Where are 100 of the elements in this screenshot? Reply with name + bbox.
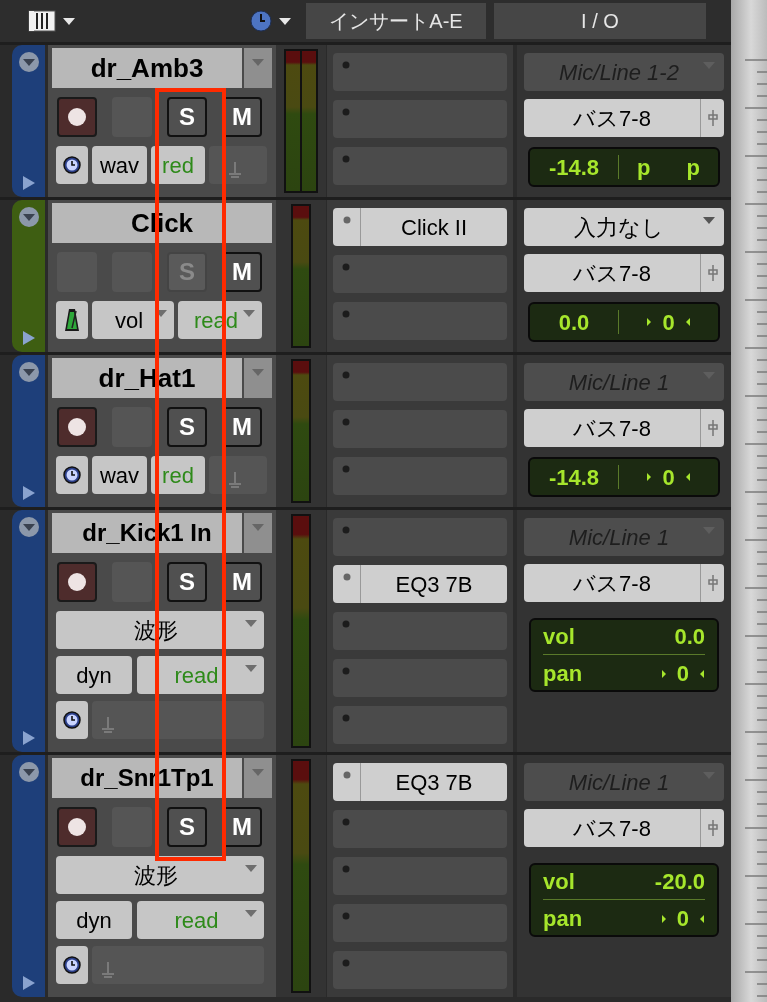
volume-label: vol bbox=[543, 868, 575, 896]
dynamics-button[interactable]: dyn bbox=[56, 656, 132, 694]
caret-icon bbox=[244, 664, 258, 673]
expand-triangle-icon[interactable] bbox=[21, 330, 36, 346]
view-menu[interactable]: vol bbox=[92, 301, 174, 339]
output-selector[interactable]: バス7-8 bbox=[524, 409, 724, 447]
dot-icon bbox=[342, 526, 350, 534]
dot-icon bbox=[342, 865, 350, 873]
record-button[interactable] bbox=[57, 97, 97, 137]
output-selector[interactable]: バス7-8 bbox=[524, 564, 724, 602]
view-menu[interactable]: 波形 bbox=[56, 856, 264, 894]
dot-icon bbox=[342, 912, 350, 920]
caret-icon bbox=[251, 58, 265, 67]
dot-icon bbox=[342, 771, 351, 779]
dropdown-arrow-icon[interactable] bbox=[278, 16, 292, 26]
track-icon-button[interactable] bbox=[56, 146, 88, 184]
expand-triangle-icon[interactable] bbox=[21, 975, 36, 991]
record-icon bbox=[67, 817, 87, 837]
view-menu[interactable]: 波形 bbox=[56, 611, 264, 649]
track-icon-button[interactable] bbox=[56, 301, 88, 339]
collapse-icon[interactable] bbox=[17, 51, 40, 73]
insert-slot[interactable]: EQ3 7B bbox=[333, 565, 507, 603]
expand-triangle-icon[interactable] bbox=[21, 175, 36, 191]
dot-icon bbox=[342, 573, 351, 581]
collapse-icon[interactable] bbox=[17, 761, 40, 783]
solo-button[interactable]: S bbox=[167, 562, 207, 602]
dot-icon bbox=[342, 818, 350, 826]
output-selector[interactable]: バス7-8 bbox=[524, 809, 724, 847]
volume-pan-display[interactable]: 0.0 0 bbox=[528, 302, 720, 342]
pin-icon bbox=[707, 264, 718, 282]
pan-marker-icon bbox=[646, 317, 653, 327]
dropdown-arrow-icon[interactable] bbox=[62, 16, 76, 26]
solo-button[interactable]: S bbox=[167, 97, 207, 137]
dot-icon bbox=[342, 310, 350, 318]
volume-pan-display[interactable]: -14.8 0 bbox=[528, 457, 720, 497]
column-header: インサートA-E bbox=[306, 3, 486, 39]
solo-button[interactable]: S bbox=[167, 807, 207, 847]
pin-icon bbox=[707, 574, 718, 592]
clock-icon[interactable] bbox=[250, 10, 272, 32]
track-name[interactable]: dr_Amb3 bbox=[52, 48, 242, 88]
dot-icon bbox=[342, 714, 350, 722]
record-button[interactable] bbox=[57, 407, 97, 447]
dot-icon bbox=[342, 465, 350, 473]
collapse-icon[interactable] bbox=[17, 516, 40, 538]
pan-marker-icon bbox=[660, 668, 667, 679]
output-selector[interactable]: バス7-8 bbox=[524, 254, 724, 292]
pan-marker-icon bbox=[684, 472, 691, 482]
clock-icon bbox=[63, 156, 81, 174]
pin-icon bbox=[707, 419, 718, 437]
caret-icon bbox=[702, 216, 716, 225]
fader-icon bbox=[102, 962, 114, 978]
caret-icon bbox=[244, 864, 258, 873]
track-icon-button[interactable] bbox=[56, 946, 88, 984]
clock-icon bbox=[63, 711, 81, 729]
record-icon bbox=[67, 107, 87, 127]
dot-icon bbox=[342, 216, 351, 224]
pan-marker-icon bbox=[646, 472, 653, 482]
volume-value: 0.0 bbox=[557, 308, 591, 337]
column-header: I / O bbox=[494, 3, 706, 39]
insert-slot[interactable]: EQ3 7B bbox=[333, 763, 507, 801]
volume-value: -20.0 bbox=[654, 868, 705, 896]
view-menu[interactable]: wav bbox=[92, 456, 147, 494]
record-icon bbox=[67, 572, 87, 592]
pan-marker-icon bbox=[699, 913, 705, 924]
volume-label: vol bbox=[543, 623, 575, 651]
caret-icon bbox=[244, 619, 258, 628]
caret-icon bbox=[242, 309, 256, 318]
dot-icon bbox=[342, 371, 350, 379]
collapse-icon[interactable] bbox=[17, 206, 40, 228]
solo-button[interactable]: S bbox=[167, 407, 207, 447]
view-menu[interactable]: wav bbox=[92, 146, 147, 184]
dot-icon bbox=[342, 667, 350, 675]
volume-pan-display[interactable]: vol -20.0 pan 0 bbox=[529, 863, 719, 937]
dot-icon bbox=[342, 155, 350, 163]
track-icon-button[interactable] bbox=[56, 701, 88, 739]
expand-triangle-icon[interactable] bbox=[21, 730, 36, 746]
clock-icon bbox=[63, 956, 81, 974]
caret-icon bbox=[244, 909, 258, 918]
collapse-icon[interactable] bbox=[17, 361, 40, 383]
expand-triangle-icon[interactable] bbox=[21, 485, 36, 501]
dot-icon bbox=[342, 263, 350, 271]
volume-value: -14.8 bbox=[547, 463, 601, 492]
insert-slot[interactable]: Click II bbox=[333, 208, 507, 246]
dynamics-button[interactable]: dyn bbox=[56, 901, 132, 939]
output-selector[interactable]: バス7-8 bbox=[524, 99, 724, 137]
record-button[interactable] bbox=[57, 562, 97, 602]
record-button[interactable] bbox=[57, 807, 97, 847]
input-selector[interactable]: 入力なし bbox=[524, 208, 724, 246]
pan-value: p bbox=[637, 153, 651, 182]
pan-marker-icon bbox=[684, 317, 691, 327]
dot-icon bbox=[342, 959, 350, 967]
caret-icon bbox=[251, 768, 265, 777]
column-view-icon[interactable] bbox=[28, 10, 56, 32]
track-icon-button[interactable] bbox=[56, 456, 88, 494]
caret-icon bbox=[251, 368, 265, 377]
pan-marker-icon bbox=[660, 913, 667, 924]
dot-icon bbox=[342, 418, 350, 426]
volume-pan-display[interactable]: -14.8 p p bbox=[528, 147, 720, 187]
dot-icon bbox=[342, 620, 350, 628]
volume-pan-display[interactable]: vol 0.0 pan 0 bbox=[529, 618, 719, 692]
